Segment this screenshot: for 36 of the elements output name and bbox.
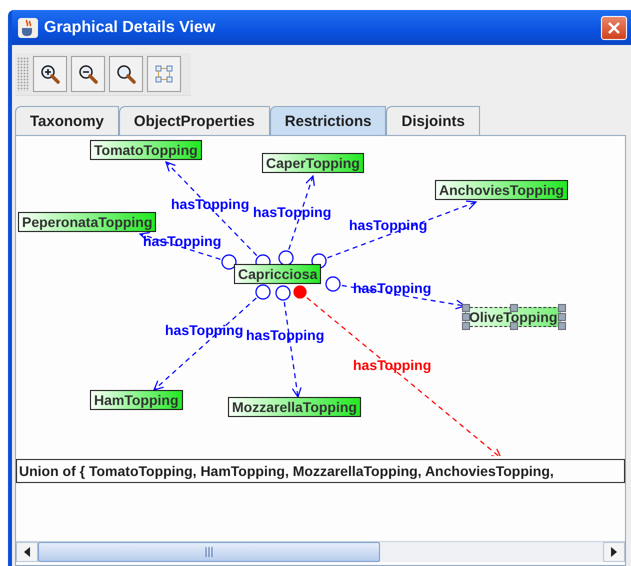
selection-handles[interactable] bbox=[462, 304, 566, 330]
edge-label: hasTopping bbox=[353, 357, 432, 373]
tab[interactable]: Taxonomy bbox=[15, 106, 119, 135]
layout-icon bbox=[154, 64, 174, 84]
toolbar-button[interactable] bbox=[71, 56, 105, 92]
toolbar-button[interactable] bbox=[109, 56, 143, 92]
tab[interactable]: Disjoints bbox=[386, 106, 480, 135]
edge-label: hasTopping bbox=[349, 217, 428, 233]
class-node[interactable]: AnchoviesTopping bbox=[435, 180, 568, 200]
zoom-in-icon bbox=[40, 64, 60, 84]
class-node[interactable]: CaperTopping bbox=[262, 153, 364, 173]
edge-label: hasTopping bbox=[246, 327, 324, 343]
horizontal-scrollbar[interactable] bbox=[16, 541, 625, 562]
toolbar-grip[interactable] bbox=[17, 57, 29, 91]
edge-label: hasTopping bbox=[253, 204, 332, 220]
union-text: Union of { TomatoTopping, HamTopping, MozzarellaTopping, AnchoviesTopping, bbox=[16, 459, 625, 483]
toolbar-button[interactable] bbox=[33, 56, 67, 92]
zoom-out-icon bbox=[78, 64, 98, 84]
tab[interactable]: ObjectProperties bbox=[118, 106, 270, 135]
left-arrow-icon bbox=[23, 547, 31, 557]
class-node[interactable]: HamTopping bbox=[90, 390, 183, 410]
class-node[interactable]: PeperonataTopping bbox=[18, 212, 156, 232]
class-node[interactable]: TomatoTopping bbox=[90, 140, 202, 160]
edge-label: hasTopping bbox=[171, 196, 250, 212]
tab[interactable]: Restrictions bbox=[270, 106, 386, 135]
window-title: Graphical Details View bbox=[44, 18, 216, 36]
edge-label: hasTopping bbox=[165, 322, 244, 338]
coffee-cup-icon bbox=[18, 18, 38, 38]
magnifier-icon bbox=[116, 64, 136, 84]
close-button[interactable] bbox=[601, 16, 627, 40]
right-arrow-icon bbox=[610, 547, 618, 557]
class-node[interactable]: Capricciosa bbox=[234, 264, 322, 284]
close-icon bbox=[607, 20, 621, 34]
grip-icon bbox=[205, 547, 213, 557]
edge-label: hasTopping bbox=[353, 280, 432, 296]
class-node[interactable]: MozzarellaTopping bbox=[228, 397, 361, 417]
